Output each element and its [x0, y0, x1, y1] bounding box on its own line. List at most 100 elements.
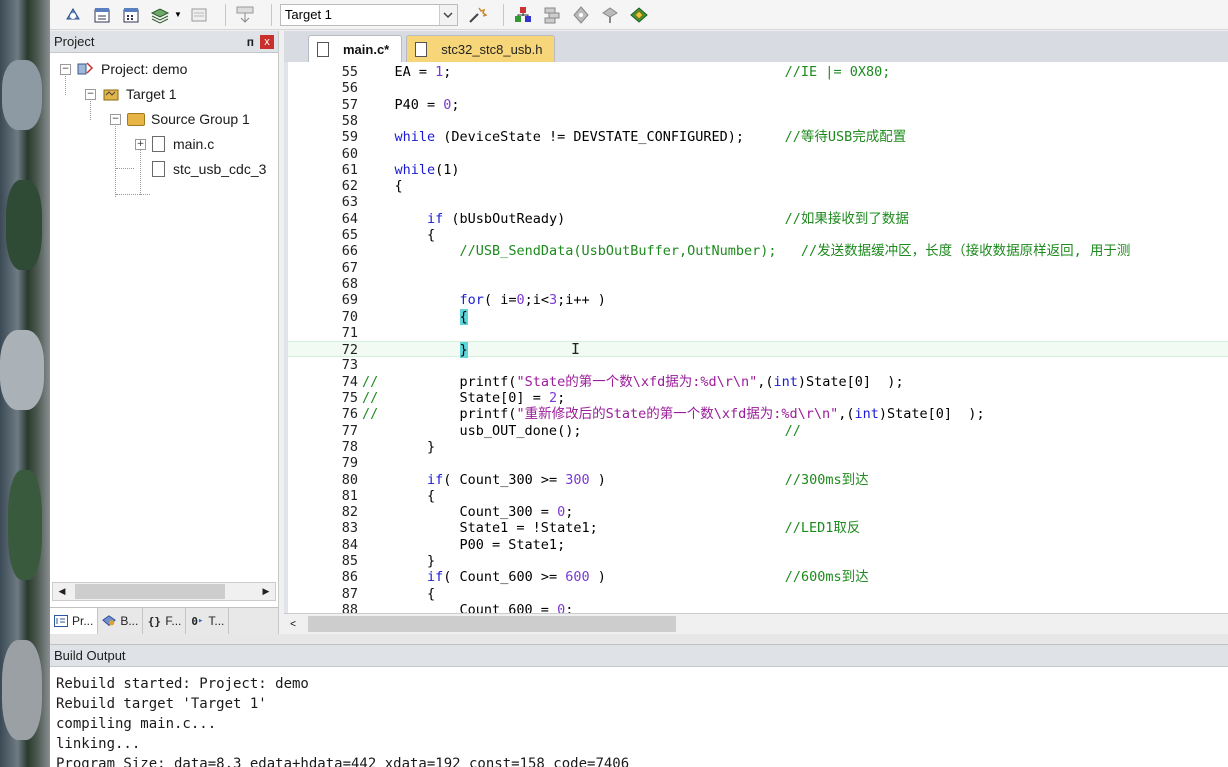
code-line[interactable]: 77 usb_OUT_done(); // [288, 423, 1228, 439]
build-toolbar: ▼ Target 1 [50, 0, 1228, 30]
code-line[interactable]: 61 while(1) [288, 162, 1228, 178]
code-line[interactable]: 79 [288, 455, 1228, 471]
tab-functions[interactable]: {} F... [143, 608, 187, 634]
batch-build-icon[interactable] [149, 4, 171, 26]
project-panel-header: Project ᴨ x [50, 31, 278, 53]
code-line[interactable]: 88 Count_600 = 0; [288, 602, 1228, 613]
code-text: if (bUsbOutReady) //如果接收到了数据 [427, 210, 909, 227]
code-line[interactable]: 55 EA = 1; //IE |= 0X80; [288, 64, 1228, 80]
close-icon[interactable]: x [260, 34, 274, 49]
target-select[interactable]: Target 1 [279, 3, 458, 26]
stop-build-icon[interactable] [188, 4, 210, 26]
tab-stc32-usb-h[interactable]: stc32_stc8_usb.h [406, 35, 556, 62]
tab-books[interactable]: B... [98, 608, 144, 634]
code-line[interactable]: 62 { [288, 178, 1228, 194]
scroll-right-icon[interactable]: ▶ [257, 583, 275, 600]
folder-icon [127, 112, 145, 126]
pack-installer-icon[interactable] [570, 4, 592, 26]
chevron-down-icon[interactable]: ▼ [174, 10, 182, 19]
code-line[interactable]: 81 { [288, 488, 1228, 504]
code-line[interactable]: 73 [288, 357, 1228, 373]
line-number: 58 [341, 112, 358, 129]
translate-icon[interactable] [62, 4, 84, 26]
download-load-icon[interactable] [234, 4, 256, 26]
line-number: 73 [341, 357, 358, 374]
collapse-icon[interactable]: − [60, 63, 71, 75]
code-line[interactable]: 66 //USB_SendData(UsbOutBuffer,OutNumber… [288, 243, 1228, 259]
code-line[interactable]: 64 if (bUsbOutReady) //如果接收到了数据 [288, 211, 1228, 227]
project-hscrollbar[interactable]: ◀ ▶ [52, 582, 276, 601]
books-icon [102, 614, 117, 628]
code-line[interactable]: 65 { [288, 227, 1228, 243]
code-text: //USB_SendData(UsbOutBuffer,OutNumber); … [459, 243, 1131, 260]
output-line: linking... [56, 736, 141, 752]
select-packs-icon[interactable] [599, 4, 621, 26]
file-icon [152, 136, 165, 152]
scroll-left-icon[interactable]: ◀ [53, 583, 71, 600]
build-output-text[interactable]: Rebuild started: Project: demo Rebuild ta… [56, 674, 1224, 767]
line-number: 68 [341, 275, 358, 292]
pin-icon[interactable]: ᴨ [247, 35, 254, 49]
tree-item-source-group[interactable]: − Source Group 1 [110, 108, 250, 130]
code-line[interactable]: 70 { [288, 308, 1228, 325]
scroll-thumb[interactable] [75, 584, 225, 599]
code-line[interactable]: 71 [288, 325, 1228, 341]
tab-templates-label: T... [208, 614, 225, 628]
code-line[interactable]: 87 { [288, 586, 1228, 602]
code-line[interactable]: 59 while (DeviceState != DEVSTATE_CONFIG… [288, 129, 1228, 145]
code-editor[interactable]: 55 EA = 1; //IE |= 0X80; 56 57 P40 = 0; 58 5… [284, 62, 1228, 613]
code-line[interactable]: 78 } [288, 439, 1228, 455]
code-line[interactable]: 85 } [288, 553, 1228, 569]
code-line[interactable]: 57 P40 = 0; [288, 97, 1228, 113]
output-line: compiling main.c... [56, 716, 217, 732]
chevron-down-icon[interactable] [438, 4, 457, 25]
code-text: EA = 1; //IE |= 0X80; [362, 64, 891, 80]
code-line[interactable]: 58 [288, 113, 1228, 129]
code-line[interactable]: 60 [288, 146, 1228, 162]
code-line[interactable]: 63 [288, 194, 1228, 210]
tree-item-file-main[interactable]: + main.c [135, 133, 214, 155]
code-line[interactable]: 68 [288, 276, 1228, 292]
code-line[interactable]: 67 [288, 260, 1228, 276]
line-number: 79 [341, 455, 358, 472]
panel-divider[interactable] [50, 634, 1228, 644]
collapse-icon[interactable]: − [85, 88, 96, 100]
line-number: 70 [341, 308, 358, 325]
expand-icon[interactable]: + [135, 138, 146, 150]
code-line[interactable]: 74// printf("State的第一个数\xfd据为:%d\r\n",(i… [288, 374, 1228, 390]
code-text: // State[0] = 2; [362, 390, 566, 406]
tree-item-target[interactable]: − Target 1 [85, 83, 177, 105]
build-icon[interactable] [91, 4, 113, 26]
tree-item-project[interactable]: − Project: demo [60, 58, 187, 80]
code-text: P40 = 0; [362, 96, 460, 113]
code-line[interactable]: 56 [288, 80, 1228, 96]
code-line[interactable]: 76// printf("重新修改后的State的第一个数\xfd据为:%d\r… [288, 406, 1228, 422]
code-text: { [362, 487, 436, 504]
code-line[interactable]: 75// State[0] = 2; [288, 390, 1228, 406]
manage-project-items-icon[interactable] [512, 4, 534, 26]
tab-project[interactable]: Pr... [50, 608, 99, 634]
tab-templates[interactable]: 0 ▸ T... [186, 608, 230, 634]
options-for-target-icon[interactable] [466, 4, 488, 26]
tree-item-file-usb-cdc[interactable]: stc_usb_cdc_3 [152, 158, 266, 180]
line-number: 80 [341, 471, 358, 488]
manage-runtime-environment-icon[interactable] [628, 4, 650, 26]
code-line[interactable]: 82 Count_300 = 0; [288, 504, 1228, 520]
collapse-icon[interactable]: − [110, 113, 121, 125]
code-line[interactable]: 80 if( Count_300 >= 300 ) //300ms到达 [288, 472, 1228, 488]
line-number: 76 [341, 406, 358, 423]
project-icon [77, 61, 95, 77]
code-line[interactable]: 69 for( i=0;i<3;i++ ) [288, 292, 1228, 308]
code-text: { [362, 178, 403, 195]
code-text: { [362, 585, 436, 602]
tab-main-c[interactable]: main.c* [308, 35, 403, 62]
scroll-thumb[interactable] [308, 616, 676, 632]
file-extensions-icon[interactable] [541, 4, 563, 26]
rebuild-icon[interactable] [120, 4, 142, 26]
editor-hscrollbar[interactable]: < [284, 613, 1228, 634]
code-line[interactable]: 86 if( Count_600 >= 600 ) //600ms到达 [288, 569, 1228, 585]
code-line[interactable]: 72 } [288, 341, 1228, 359]
code-line[interactable]: 83 State1 = !State1; //LED1取反 [288, 520, 1228, 536]
scroll-left-icon[interactable]: < [284, 619, 302, 630]
code-line[interactable]: 84 P00 = State1; [288, 537, 1228, 553]
